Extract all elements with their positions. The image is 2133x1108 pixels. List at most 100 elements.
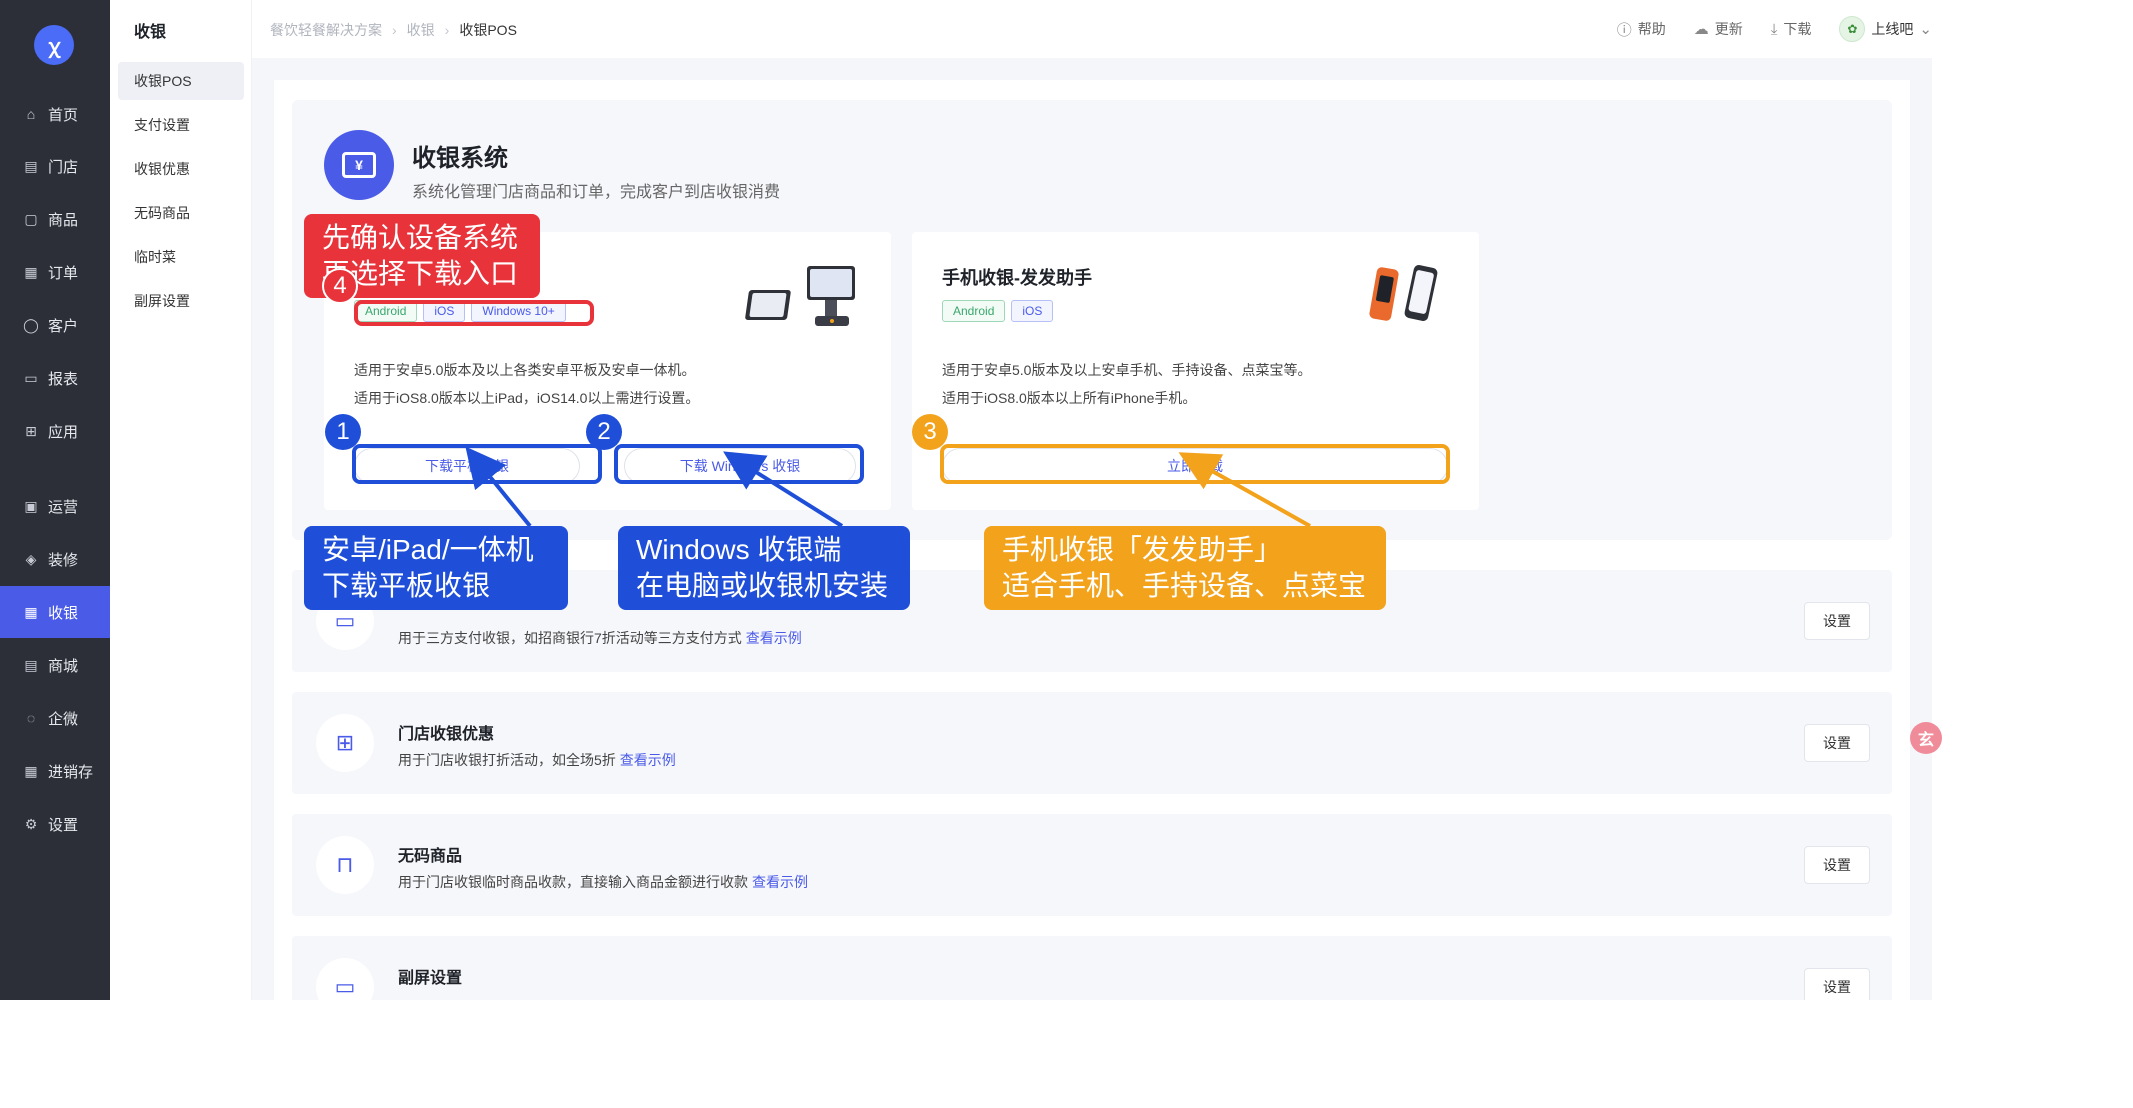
row-description-text: 用于三方支付收银，如招商银行7折活动等三方支付方式	[398, 630, 742, 646]
monitor-icon: ▭	[316, 958, 374, 1000]
breadcrumb-item[interactable]: 餐饮轻餐解决方案	[270, 20, 382, 40]
bag-icon: ⊓	[316, 836, 374, 894]
settings-button[interactable]: 设置	[1804, 724, 1870, 762]
update-button[interactable]: ☁ 更新	[1694, 19, 1743, 39]
view-example-link[interactable]: 查看示例	[620, 752, 676, 768]
download-label: 下载	[1783, 21, 1812, 37]
app-logo-icon[interactable]: ꭓ	[34, 25, 74, 65]
view-example-link[interactable]: 查看示例	[752, 874, 808, 890]
nav-item-inventory[interactable]: ▦ 进销存	[0, 745, 110, 797]
nav-item-goods[interactable]: ▢ 商品	[0, 193, 110, 245]
nav-item-mall[interactable]: ▤ 商城	[0, 639, 110, 691]
row-description: 用于门店收银打折活动，如全场5折 查看示例	[398, 750, 676, 770]
page-description: 系统化管理门店商品和订单，完成客户到店收银消费	[412, 184, 781, 201]
subnav-item[interactable]: 无码商品	[118, 194, 244, 232]
nav-item-label: 报表	[48, 370, 79, 388]
view-example-link[interactable]: 查看示例	[746, 630, 802, 646]
no-barcode-goods-row: ⊓ 无码商品 用于门店收银临时商品收款，直接输入商品金额进行收款 查看示例 设置	[292, 814, 1892, 916]
callout-step-1: 安卓/iPad/一体机 下载平板收银	[304, 526, 568, 610]
subnav-item[interactable]: 临时菜	[118, 238, 244, 276]
cashier-monitor-icon: ¥	[324, 130, 394, 200]
gift-icon: ⊞	[316, 714, 374, 772]
settings-button[interactable]: 设置	[1804, 846, 1870, 884]
callout-step-3: 手机收银「发发助手」 适合手机、手持设备、点菜宝	[984, 526, 1386, 610]
settings-button[interactable]: 设置	[1804, 602, 1870, 640]
platform-tags: Android iOS	[942, 300, 1054, 322]
callout-line: 适合手机、手持设备、点菜宝	[1002, 570, 1367, 601]
nav-item-apps[interactable]: ⊞ 应用	[0, 405, 110, 457]
nav-item-label: 门店	[48, 158, 79, 176]
floating-assistant-icon[interactable]: 玄	[1910, 722, 1942, 754]
nav-item-label: 商品	[48, 211, 79, 229]
callout-line: 在电脑或收银机安装	[636, 570, 889, 601]
sub-nav: 收银 收银POS 支付设置收银优惠无码商品临时菜副屏设置	[110, 0, 252, 1000]
cashier-icon: ▦	[24, 603, 38, 620]
subnav-title: 收银	[134, 24, 167, 41]
card-requirement-line: 适用于iOS8.0版本以上所有iPhone手机。	[942, 390, 1197, 406]
order-icon: ▦	[24, 263, 38, 280]
nav-item-wecom[interactable]: ◌ 企微	[0, 692, 110, 744]
download-icon: ⤓	[1770, 20, 1778, 38]
nav-item-label: 企微	[48, 710, 79, 728]
platform-tags-highlight	[354, 300, 594, 326]
nav-item-operation[interactable]: ▣ 运营	[0, 480, 110, 532]
nav-item-home[interactable]: ⌂ 首页	[0, 88, 110, 140]
nav-item-decoration[interactable]: ◈ 装修	[0, 533, 110, 585]
card-requirement-line: 适用于安卓5.0版本及以上安卓手机、手持设备、点菜宝等。	[942, 362, 1312, 378]
nav-item-label: 设置	[48, 816, 79, 834]
breadcrumb: 餐饮轻餐解决方案 › 收银 › 收银POS	[270, 20, 517, 40]
nav-item-label: 订单	[48, 264, 79, 282]
breadcrumb-item[interactable]: 收银	[407, 20, 435, 40]
nav-item-label: 收银	[48, 604, 79, 622]
store-icon: ▤	[24, 157, 38, 174]
card-requirement-line: 适用于安卓5.0版本及以上各类安卓平板及安卓一体机。	[354, 362, 696, 378]
update-label: 更新	[1714, 21, 1743, 37]
decoration-icon: ◈	[25, 550, 37, 567]
mall-icon: ▤	[24, 656, 38, 673]
step-number-3: 3	[912, 414, 948, 450]
nav-item-label: 装修	[48, 551, 79, 569]
operation-icon: ▣	[24, 497, 38, 514]
subnav-item[interactable]: 副屏设置	[118, 282, 244, 320]
discount-settings-row: ⊞ 门店收银优惠 用于门店收银打折活动，如全场5折 查看示例 设置	[292, 692, 1892, 794]
nav-item-order[interactable]: ▦ 订单	[0, 246, 110, 298]
customer-icon: ◯	[23, 316, 39, 333]
tablet-device-icon	[745, 266, 855, 326]
top-header: 餐饮轻餐解决方案 › 收银 › 收银POS ⓘ 帮助 ☁ 更新 ⤓ 下载 ✿ 上线吧 …	[252, 0, 1932, 58]
callout-step-2: Windows 收银端 在电脑或收银机安装	[618, 526, 910, 610]
nav-item-cashier[interactable]: ▦ 收银	[0, 586, 110, 638]
breadcrumb-separator-icon: ›	[392, 22, 397, 38]
step-number-4: 4	[322, 268, 358, 304]
settings-icon: ⚙	[24, 815, 38, 832]
row-description-text: 用于门店收银临时商品收款，直接输入商品金额进行收款	[398, 874, 748, 890]
nav-item-settings[interactable]: ⚙ 设置	[0, 798, 110, 850]
nav-item-store[interactable]: ▤ 门店	[0, 140, 110, 192]
nav-item-label: 首页	[48, 106, 79, 124]
account-menu[interactable]: ✿ 上线吧 ⌄	[1839, 16, 1932, 42]
nav-item-label: 进销存	[48, 763, 94, 781]
second-screen-row: ▭ 副屏设置 设置	[292, 936, 1892, 1000]
inventory-icon: ▦	[24, 762, 38, 779]
callout-line: 先确认设备系统	[322, 222, 519, 253]
nav-item-customer[interactable]: ◯ 客户	[0, 299, 110, 351]
step-number-1: 1	[325, 414, 361, 450]
settings-button[interactable]: 设置	[1804, 968, 1870, 1000]
help-button[interactable]: ⓘ 帮助	[1617, 19, 1666, 40]
account-name: 上线吧	[1871, 21, 1914, 37]
subnav-item[interactable]: 收银优惠	[118, 150, 244, 188]
subnav-item[interactable]: 收银POS	[118, 62, 244, 100]
download-button[interactable]: ⤓ 下载	[1771, 19, 1812, 39]
card-title: 手机收银-发发助手	[942, 268, 1092, 288]
header-actions: ⓘ 帮助 ☁ 更新 ⤓ 下载 ✿ 上线吧 ⌄	[1617, 16, 1932, 42]
tag-ios: iOS	[1011, 300, 1054, 322]
callout-line: 下载平板收银	[322, 570, 491, 601]
nav-item-report[interactable]: ▭ 报表	[0, 352, 110, 404]
row-description: 用于门店收银临时商品收款，直接输入商品金额进行收款 查看示例	[398, 872, 808, 892]
apps-icon: ⊞	[25, 422, 37, 439]
subnav-item[interactable]: 支付设置	[118, 106, 244, 144]
main-nav: ꭓ ⌂ 首页 ▤ 门店 ▢ 商品 ▦ 订单 ◯ 客户 ▭ 报表 ⊞ 应用 ▣ 运营 ◈ 装修 ▦ 收银 ▤ 商城 ◌ 企微 ▦ 进…	[0, 0, 110, 1000]
nav-item-label: 运营	[48, 498, 79, 516]
tablet-download-highlight	[352, 444, 602, 484]
home-icon: ⌂	[26, 106, 36, 122]
step-number-2: 2	[586, 414, 622, 450]
